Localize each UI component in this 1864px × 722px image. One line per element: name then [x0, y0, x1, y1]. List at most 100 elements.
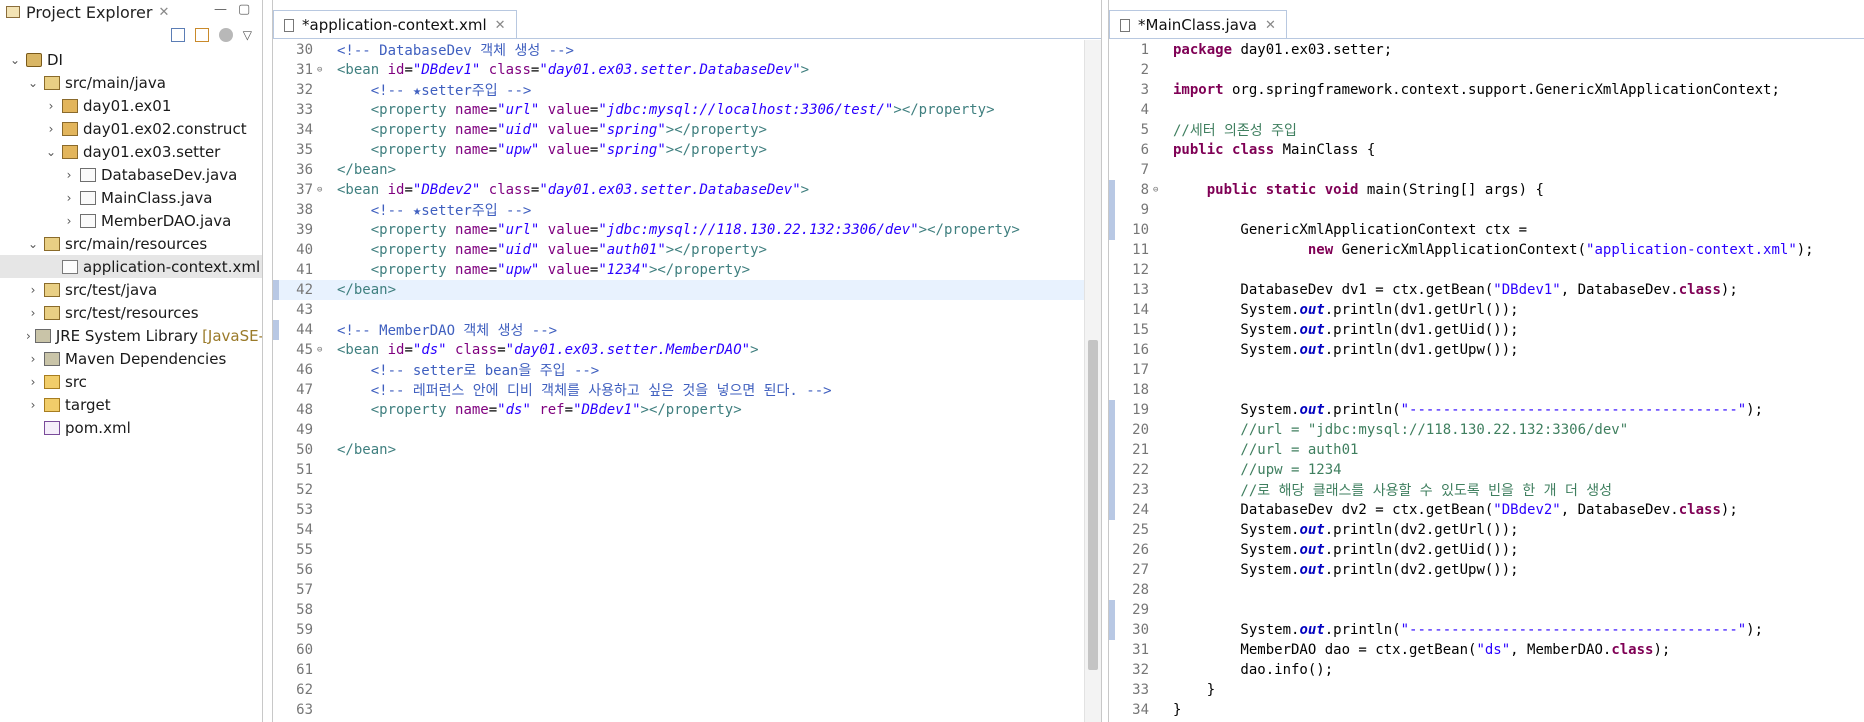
code-line[interactable]: 48 <property name="ds" ref="DBdev1"></pr… — [273, 400, 1101, 420]
code-line[interactable]: 27 System.out.println(dv2.getUpw()); — [1109, 560, 1864, 580]
code-line[interactable]: 7 — [1109, 160, 1864, 180]
code-line[interactable]: 40 <property name="uid" value="auth01"><… — [273, 240, 1101, 260]
code-line[interactable]: 11 new GenericXmlApplicationContext("app… — [1109, 240, 1864, 260]
tree-item[interactable]: › Maven Dependencies — [0, 347, 262, 370]
close-icon[interactable]: ✕ — [1265, 18, 1276, 33]
tree-item[interactable]: › MemberDAO.java — [0, 209, 262, 232]
collapsed-chevron-icon[interactable]: › — [62, 214, 76, 228]
code-line[interactable]: 42 </bean> — [273, 280, 1101, 300]
code-line[interactable]: 30 <!-- DatabaseDev 객체 생성 --> — [273, 40, 1101, 60]
scrollbar-thumb[interactable] — [1088, 340, 1098, 670]
close-icon[interactable]: ✕ — [158, 5, 169, 20]
code-line[interactable]: 23 //로 해당 클래스를 사용할 수 있도록 빈을 한 개 더 생성 — [1109, 480, 1864, 500]
code-line[interactable]: 19 System.out.println("-----------------… — [1109, 400, 1864, 420]
collapsed-chevron-icon[interactable]: › — [44, 122, 58, 136]
tree-item[interactable]: pom.xml — [0, 416, 262, 439]
code-line[interactable]: 10 GenericXmlApplicationContext ctx = — [1109, 220, 1864, 240]
collapse-all-icon[interactable] — [170, 28, 185, 42]
tree-item[interactable]: › src/test/java — [0, 278, 262, 301]
code-line[interactable]: 2 — [1109, 60, 1864, 80]
collapsed-chevron-icon[interactable]: › — [62, 191, 76, 205]
collapsed-chevron-icon[interactable]: › — [26, 306, 40, 320]
close-icon[interactable]: ✕ — [495, 18, 506, 33]
tree-item[interactable]: › JRE System Library[JavaSE-1 — [0, 324, 262, 347]
vertical-scrollbar[interactable] — [1084, 40, 1101, 722]
code-line[interactable]: 21 //url = auth01 — [1109, 440, 1864, 460]
code-line[interactable]: 54 — [273, 520, 1101, 540]
xml-code-area[interactable]: 30 <!-- DatabaseDev 객체 생성 --> 31 ⊖ <bean id=… — [273, 40, 1101, 722]
code-line[interactable]: 29 — [1109, 600, 1864, 620]
code-line[interactable]: 59 — [273, 620, 1101, 640]
code-line[interactable]: 53 — [273, 500, 1101, 520]
code-line[interactable]: 26 System.out.println(dv2.getUid()); — [1109, 540, 1864, 560]
fold-icon[interactable]: ⊖ — [317, 185, 327, 195]
code-line[interactable]: 28 — [1109, 580, 1864, 600]
tree-item[interactable]: › day01.ex01 — [0, 94, 262, 117]
collapsed-chevron-icon[interactable]: › — [26, 398, 40, 412]
code-line[interactable]: 4 — [1109, 100, 1864, 120]
code-line[interactable]: 60 — [273, 640, 1101, 660]
collapsed-chevron-icon[interactable]: › — [26, 283, 40, 297]
code-line[interactable]: 24 DatabaseDev dv2 = ctx.getBean("DBdev2… — [1109, 500, 1864, 520]
link-with-editor-icon[interactable] — [194, 28, 209, 42]
code-line[interactable]: 31 ⊖ <bean id="DBdev1" class="day01.ex03.s… — [273, 60, 1101, 80]
code-line[interactable]: 50 </bean> — [273, 440, 1101, 460]
tree-item[interactable]: application-context.xml — [0, 255, 262, 278]
tree-item[interactable]: › DatabaseDev.java — [0, 163, 262, 186]
minimize-icon[interactable]: — — [214, 2, 227, 17]
code-line[interactable]: 46 <!-- setter로 bean을 주입 --> — [273, 360, 1101, 380]
project-explorer-tab[interactable]: Project Explorer ✕ — [0, 0, 175, 24]
code-line[interactable]: 17 — [1109, 360, 1864, 380]
code-line[interactable]: 25 System.out.println(dv2.getUrl()); — [1109, 520, 1864, 540]
code-line[interactable]: 8 ⊖ public static void main(String[] args… — [1109, 180, 1864, 200]
code-line[interactable]: 39 <property name="url" value="jdbc:mysq… — [273, 220, 1101, 240]
filters-icon[interactable] — [218, 28, 233, 42]
code-line[interactable]: 38 <!-- ★setter주입 --> — [273, 200, 1101, 220]
code-line[interactable]: 12 — [1109, 260, 1864, 280]
tab-application-context-xml[interactable]: *application-context.xml ✕ — [273, 10, 517, 39]
code-line[interactable]: 33 <property name="url" value="jdbc:mysq… — [273, 100, 1101, 120]
tree-item[interactable]: › target — [0, 393, 262, 416]
code-line[interactable]: 1 package day01.ex03.setter; — [1109, 40, 1864, 60]
code-line[interactable]: 6 public class MainClass { — [1109, 140, 1864, 160]
code-line[interactable]: 31 MemberDAO dao = ctx.getBean("ds", Mem… — [1109, 640, 1864, 660]
code-line[interactable]: 20 //url = "jdbc:mysql://118.130.22.132:… — [1109, 420, 1864, 440]
collapsed-chevron-icon[interactable]: › — [26, 329, 31, 343]
tab-mainclass-java[interactable]: *MainClass.java ✕ — [1109, 10, 1287, 39]
expanded-chevron-icon[interactable]: ⌄ — [26, 237, 40, 251]
expanded-chevron-icon[interactable]: ⌄ — [44, 145, 58, 159]
java-code-area[interactable]: 1 package day01.ex03.setter; 2 3 import org.… — [1109, 40, 1864, 722]
fold-icon[interactable]: ⊖ — [317, 65, 327, 75]
code-line[interactable]: 13 DatabaseDev dv1 = ctx.getBean("DBdev1… — [1109, 280, 1864, 300]
collapsed-chevron-icon[interactable]: › — [26, 375, 40, 389]
code-line[interactable]: 34 <property name="uid" value="spring"><… — [273, 120, 1101, 140]
code-line[interactable]: 47 <!-- 레퍼런스 안에 디비 객체를 사용하고 싶은 것을 넣으면 된다… — [273, 380, 1101, 400]
code-line[interactable]: 61 — [273, 660, 1101, 680]
code-line[interactable]: 14 System.out.println(dv1.getUrl()); — [1109, 300, 1864, 320]
code-line[interactable]: 3 import org.springframework.context.supp… — [1109, 80, 1864, 100]
code-line[interactable]: 33 } — [1109, 680, 1864, 700]
code-line[interactable]: 32 dao.info(); — [1109, 660, 1864, 680]
tree-item[interactable]: › src/test/resources — [0, 301, 262, 324]
code-line[interactable]: 18 — [1109, 380, 1864, 400]
tree-item[interactable]: ⌄ DI — [0, 48, 262, 71]
maximize-icon[interactable]: ▢ — [238, 2, 250, 17]
code-line[interactable]: 52 — [273, 480, 1101, 500]
code-line[interactable]: 56 — [273, 560, 1101, 580]
fold-icon[interactable]: ⊖ — [317, 345, 327, 355]
code-line[interactable]: 15 System.out.println(dv1.getUid()); — [1109, 320, 1864, 340]
collapsed-chevron-icon[interactable]: › — [44, 99, 58, 113]
code-line[interactable]: 51 — [273, 460, 1101, 480]
code-line[interactable]: 22 //upw = 1234 — [1109, 460, 1864, 480]
tree-item[interactable]: ⌄ src/main/resources — [0, 232, 262, 255]
code-line[interactable]: 30 System.out.println("-----------------… — [1109, 620, 1864, 640]
tree-item[interactable]: › MainClass.java — [0, 186, 262, 209]
tree-item[interactable]: ⌄ day01.ex03.setter — [0, 140, 262, 163]
code-line[interactable]: 44 <!-- MemberDAO 객체 생성 --> — [273, 320, 1101, 340]
fold-icon[interactable]: ⊖ — [1153, 185, 1163, 195]
code-line[interactable]: 16 System.out.println(dv1.getUpw()); — [1109, 340, 1864, 360]
code-line[interactable]: 58 — [273, 600, 1101, 620]
code-line[interactable]: 37 ⊖ <bean id="DBdev2" class="day01.ex03.s… — [273, 180, 1101, 200]
code-line[interactable]: 43 — [273, 300, 1101, 320]
code-line[interactable]: 63 — [273, 700, 1101, 720]
